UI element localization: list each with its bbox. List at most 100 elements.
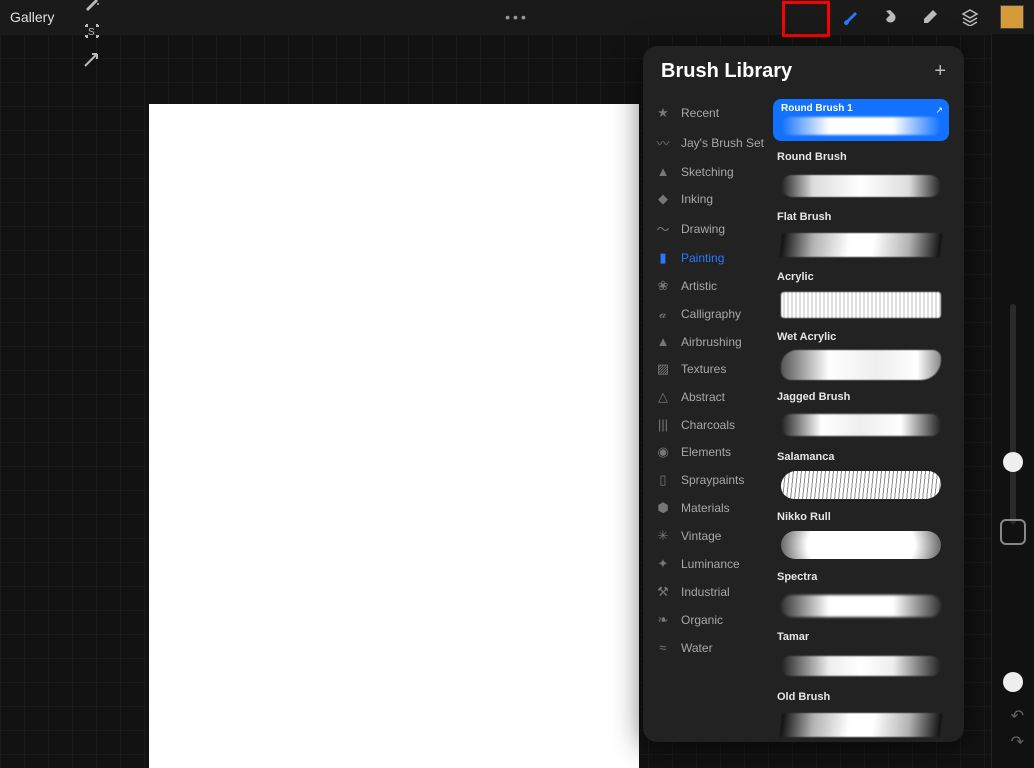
category-label: Abstract: [681, 390, 725, 404]
brush-name: Round Brush 1: [773, 99, 861, 118]
category-icon: ⚒: [655, 584, 671, 600]
brush-library-panel: Brush Library + ★ Recent 〰 Jay's Brush Set ▲…: [643, 46, 964, 742]
gallery-button[interactable]: Gallery: [10, 9, 54, 25]
category-airbrushing[interactable]: ▲ Airbrushing: [643, 328, 773, 355]
brush-list: Round Brush 1 ↗ Round Brush Flat Brush Acryl…: [773, 93, 964, 742]
brush-tool-icon[interactable]: [836, 3, 864, 31]
category-label: Organic: [681, 613, 723, 627]
brush-name: Flat Brush: [773, 209, 954, 227]
category-recent[interactable]: ★ Recent: [643, 99, 773, 127]
category-label: Textures: [681, 362, 726, 376]
category-label: Inking: [681, 192, 713, 206]
brush-name: Jagged Brush: [773, 389, 954, 407]
redo-icon[interactable]: ↷: [1011, 732, 1024, 752]
category-icon: ≈: [655, 640, 671, 655]
category-icon: 〰: [655, 133, 671, 152]
smudge-tool-icon[interactable]: [876, 3, 904, 31]
undo-icon[interactable]: ↶: [1011, 706, 1024, 726]
canvas[interactable]: [149, 104, 639, 768]
category-label: Industrial: [681, 585, 730, 599]
category-textures[interactable]: ▨ Textures: [643, 355, 773, 383]
brush-old-brush[interactable]: Old Brush: [773, 689, 954, 741]
svg-text:S: S: [88, 27, 95, 38]
brush-jagged-brush[interactable]: Jagged Brush: [773, 389, 954, 441]
brush-name: Spectra: [773, 569, 954, 587]
category-vintage[interactable]: ✳Vintage: [643, 522, 773, 550]
category-icon: ▨: [655, 361, 671, 377]
category-elements[interactable]: ◉ Elements: [643, 438, 773, 466]
category-icon: ◉: [655, 444, 671, 460]
category-charcoals[interactable]: ||| Charcoals: [643, 411, 773, 438]
brush-name: Acrylic: [773, 269, 954, 287]
category-abstract[interactable]: △ Abstract: [643, 383, 773, 411]
brush-name: Round Brush: [773, 149, 954, 167]
category-industrial[interactable]: ⚒ Industrial: [643, 578, 773, 606]
topbar: Gallery S •••: [0, 0, 1034, 34]
brush-salamanca[interactable]: Salamanca: [773, 449, 954, 501]
brush-tamar[interactable]: Tamar: [773, 629, 954, 681]
category-label: Materials: [681, 501, 730, 515]
right-sidebar: ↶ ↷: [991, 34, 1034, 768]
category-label: Jay's Brush Set: [681, 136, 764, 150]
category-label: Airbrushing: [681, 335, 742, 349]
category-painting[interactable]: ▮Painting: [643, 244, 773, 272]
eraser-tool-icon[interactable]: [916, 3, 944, 31]
brush-nikko-rull[interactable]: Nikko Rull: [773, 509, 954, 561]
category-calligraphy[interactable]: 𝒶Calligraphy: [643, 300, 773, 328]
category-label: Sketching: [681, 165, 734, 179]
category-spraypaints[interactable]: ▯ Spraypaints: [643, 466, 773, 494]
transform-icon[interactable]: [78, 45, 106, 73]
brush-size-handle[interactable]: [1003, 452, 1023, 472]
category-label: Artistic: [681, 279, 717, 293]
brush-name: Nikko Rull: [773, 509, 954, 527]
category-icon: 𝒶: [655, 306, 671, 322]
edit-brush-icon[interactable]: ↗: [935, 105, 943, 116]
category-materials[interactable]: ⬢Materials: [643, 494, 773, 522]
add-brush-button[interactable]: +: [934, 60, 946, 83]
brush-flat-brush[interactable]: Flat Brush: [773, 209, 954, 261]
layers-tool-icon[interactable]: [956, 3, 984, 31]
category-icon: ▲: [655, 164, 671, 179]
category-label: Recent: [681, 106, 719, 120]
brush-size-slider[interactable]: [1010, 304, 1016, 524]
category-water[interactable]: ≈ Water: [643, 634, 773, 661]
category-artistic[interactable]: ❀Artistic: [643, 272, 773, 300]
category-icon: ▯: [655, 472, 671, 488]
category-icon: ▮: [655, 250, 671, 266]
category-luminance[interactable]: ✦ Luminance: [643, 550, 773, 578]
brush-name: Salamanca: [773, 449, 954, 467]
category-icon: △: [655, 389, 671, 405]
category-jay-s-brush-set[interactable]: 〰 Jay's Brush Set: [643, 127, 773, 158]
category-label: Drawing: [681, 222, 725, 236]
category-label: Charcoals: [681, 418, 735, 432]
brush-name: Tamar: [773, 629, 954, 647]
wand-icon[interactable]: [78, 0, 106, 17]
category-icon: ★: [655, 105, 671, 121]
brush-wet-acrylic[interactable]: Wet Acrylic: [773, 329, 954, 381]
modify-button[interactable]: [1000, 519, 1026, 545]
brush-name: Old Brush: [773, 689, 954, 707]
category-label: Vintage: [681, 529, 721, 543]
panel-title: Brush Library: [661, 60, 792, 83]
brush-category-list: ★ Recent 〰 Jay's Brush Set ▲ Sketching ◆ Inking…: [643, 93, 773, 742]
category-inking[interactable]: ◆ Inking: [643, 185, 773, 213]
category-label: Luminance: [681, 557, 740, 571]
opacity-handle[interactable]: [1003, 672, 1023, 692]
category-icon: |||: [655, 417, 671, 432]
category-icon: ✦: [655, 556, 671, 572]
select-icon[interactable]: S: [78, 17, 106, 45]
category-icon: ❧: [655, 612, 671, 628]
category-label: Water: [681, 641, 713, 655]
category-organic[interactable]: ❧ Organic: [643, 606, 773, 634]
brush-round-brush[interactable]: Round Brush: [773, 149, 954, 201]
color-swatch[interactable]: [1000, 5, 1024, 29]
brush-round-brush-1[interactable]: Round Brush 1 ↗: [773, 99, 954, 141]
brush-acrylic[interactable]: Acrylic: [773, 269, 954, 321]
brush-spectra[interactable]: Spectra: [773, 569, 954, 621]
category-icon: ◆: [655, 191, 671, 207]
category-label: Spraypaints: [681, 473, 744, 487]
category-drawing[interactable]: 〜Drawing: [643, 213, 773, 244]
category-label: Elements: [681, 445, 731, 459]
category-sketching[interactable]: ▲ Sketching: [643, 158, 773, 185]
category-icon: ▲: [655, 334, 671, 349]
